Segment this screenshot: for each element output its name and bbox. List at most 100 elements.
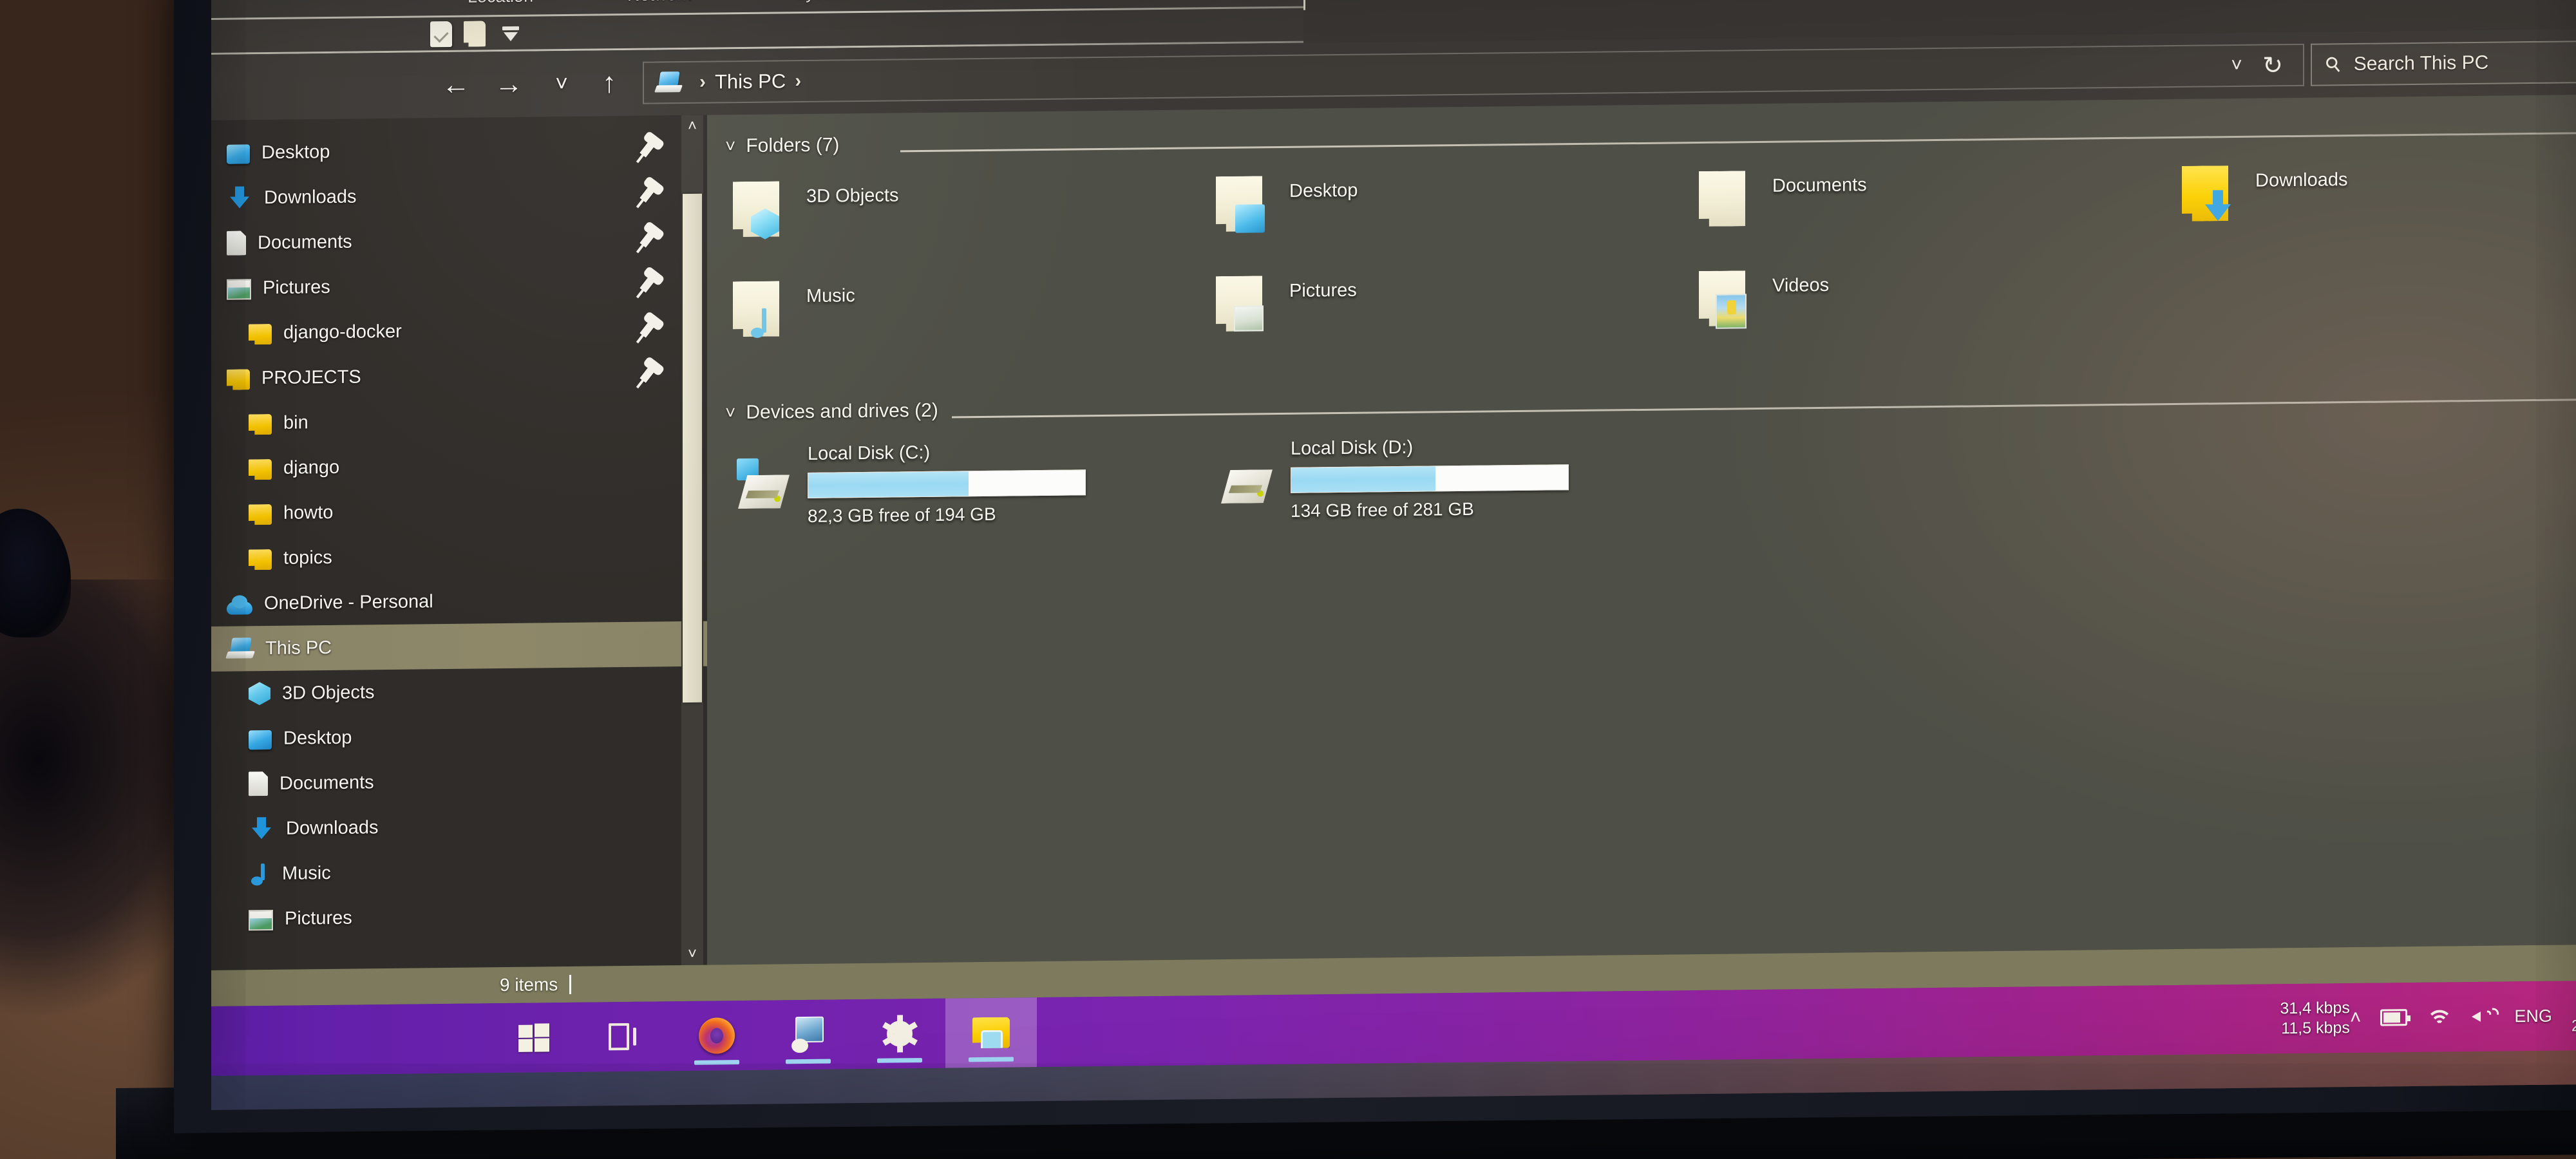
forward-button[interactable]: → [489,65,528,104]
wifi-icon[interactable] [2427,1007,2453,1036]
breadcrumb-separator: › [699,71,706,93]
clock-date: 27/01/2023 [2571,1015,2576,1035]
file-list-pane[interactable]: ˅ Folders (7) 3D Objects Desktop Documents… [707,93,2576,965]
running-indicator [786,1059,831,1064]
group-rule-devices [952,395,2576,419]
sidebar-item-3d-objects[interactable]: 3D Objects [211,666,707,717]
folder-icon [1699,268,1758,329]
scrollbar-thumb[interactable] [683,193,702,703]
scroll-up-icon[interactable]: ˄ [681,115,703,137]
recent-locations-button[interactable]: ˅ [542,64,581,104]
group-header-devices[interactable]: ˅ Devices and drives (2) [725,400,938,424]
gear-icon [882,1015,918,1053]
onedrive-icon [227,596,252,614]
drive-info: Local Disk (D:) 134 GB free of 281 GB [1291,435,1569,522]
sidebar-item-django-docker[interactable]: django-docker [211,306,707,356]
folder-icon [972,1017,1010,1049]
language-indicator[interactable]: ENG [2514,1006,2552,1026]
network-speed-widget[interactable]: 31,4 kbps 11,5 kbps [2280,998,2349,1039]
video-thumb-overlay [1716,294,1747,329]
battery-icon[interactable] [2380,1009,2408,1026]
scroll-down-icon[interactable]: ˅ [681,943,703,965]
folder-tile-music[interactable]: Music [733,278,855,338]
back-button[interactable]: ← [437,66,475,105]
folder-tile-3d-objects[interactable]: 3D Objects [733,177,898,238]
breadcrumb-path[interactable]: This PC [715,70,786,93]
address-history-chevron-icon[interactable]: ˅ [2219,44,2254,88]
volume-icon[interactable] [2472,1004,2503,1029]
search-input[interactable]: ⚲ Search This PC [2311,41,2576,86]
firefox-button[interactable] [671,1001,762,1071]
sidebar-item-desktop[interactable]: Desktop [211,711,707,762]
sidebar-item-label: This PC [265,637,332,659]
media-player-button[interactable] [762,999,854,1070]
pin-icon[interactable] [639,184,656,203]
tray-overflow-icon[interactable]: ˄ [2350,1007,2362,1029]
sidebar-item-projects[interactable]: PROJECTS [211,351,707,401]
sidebar-item-onedrive-personal[interactable]: OneDrive - Personal [211,576,707,627]
drive-tile-c[interactable]: Local Disk (C:) 82,3 GB free of 194 GB [733,440,1086,527]
folder-icon [1216,173,1275,233]
running-indicator [877,1058,922,1063]
chevron-down-icon[interactable]: ˅ [725,136,735,156]
sidebar-item-pictures[interactable]: Pictures [211,261,707,311]
folder-icon [249,459,272,480]
sidebar-item-downloads[interactable]: Downloads [211,171,707,221]
folder-icon [2182,163,2241,223]
folder-tile-documents[interactable]: Documents [1699,167,1867,228]
group-header-folders[interactable]: ˅ Folders (7) [725,134,839,157]
sidebar-item-downloads[interactable]: Downloads [211,802,707,852]
navigation-pane: Desktop Downloads Documents Pictures django-… [211,115,707,971]
up-button[interactable]: ↑ [590,64,629,103]
folder-tile-desktop[interactable]: Desktop [1216,173,1358,233]
ribbon-tab-location[interactable]: Location [468,0,533,7]
pin-icon[interactable] [639,364,656,383]
pin-icon[interactable] [639,139,656,158]
sidebar-item-documents[interactable]: Documents [211,216,707,266]
folder-tile-label: Videos [1772,274,1830,296]
folder-tile-videos[interactable]: Videos [1699,267,1830,329]
settings-button[interactable] [854,999,945,1069]
sidebar-item-music[interactable]: Music [211,847,707,897]
new-folder-icon[interactable] [464,21,486,46]
sidebar-item-pictures[interactable]: Pictures [211,892,707,942]
this-pc-icon [225,637,256,659]
ribbon-tab-network[interactable]: Network [627,0,691,5]
download-arrow-overlay [2204,190,2232,223]
folder-tile-downloads[interactable]: Downloads [2182,162,2347,223]
sidebar-item-topics[interactable]: topics [211,531,707,581]
ribbon-tab-system[interactable]: System [794,0,852,3]
folder-tile-label: Pictures [1289,279,1357,301]
folder-icon [1216,273,1275,333]
start-button[interactable] [488,1003,580,1073]
pin-icon[interactable] [639,229,656,248]
pin-icon[interactable] [639,274,656,293]
sidebar-item-bin[interactable]: bin [211,396,707,446]
clock[interactable]: 09:24 27/01/2023 [2571,994,2576,1036]
properties-icon[interactable] [430,21,452,48]
pin-icon[interactable] [639,319,656,338]
sidebar-item-this-pc[interactable]: This PC [211,621,707,672]
sidebar-item-label: Pictures [285,907,352,929]
drive-usage-bar [808,469,1086,498]
breadcrumb[interactable]: › This PC › ˅ ↻ [643,43,2304,104]
network-upload-speed: 11,5 kbps [2281,1019,2350,1038]
breadcrumb-separator-trailing[interactable]: › [795,70,801,92]
sidebar-item-desktop[interactable]: Desktop [211,126,707,176]
downloads-icon [227,185,252,211]
refresh-icon[interactable]: ↻ [2254,44,2291,87]
sidebar-item-documents[interactable]: Documents [211,757,707,807]
sidebar-item-django[interactable]: django [211,441,707,491]
chevron-down-icon[interactable]: ˅ [725,402,735,423]
folder-tile-pictures[interactable]: Pictures [1216,272,1357,333]
pictures-icon [227,279,251,300]
drive-tile-d[interactable]: Local Disk (D:) 134 GB free of 281 GB [1216,435,1569,522]
task-view-button[interactable] [580,1001,671,1072]
sidebar-item-label: Desktop [261,141,330,163]
sidebar-scrollbar[interactable]: ˄ ˅ [681,115,703,966]
chevron-down-icon[interactable] [502,25,519,42]
file-explorer-button[interactable] [945,997,1037,1068]
sidebar-item-howto[interactable]: howto [211,486,707,536]
folder-icon [249,549,272,570]
sidebar-item-label: Pictures [263,276,330,298]
